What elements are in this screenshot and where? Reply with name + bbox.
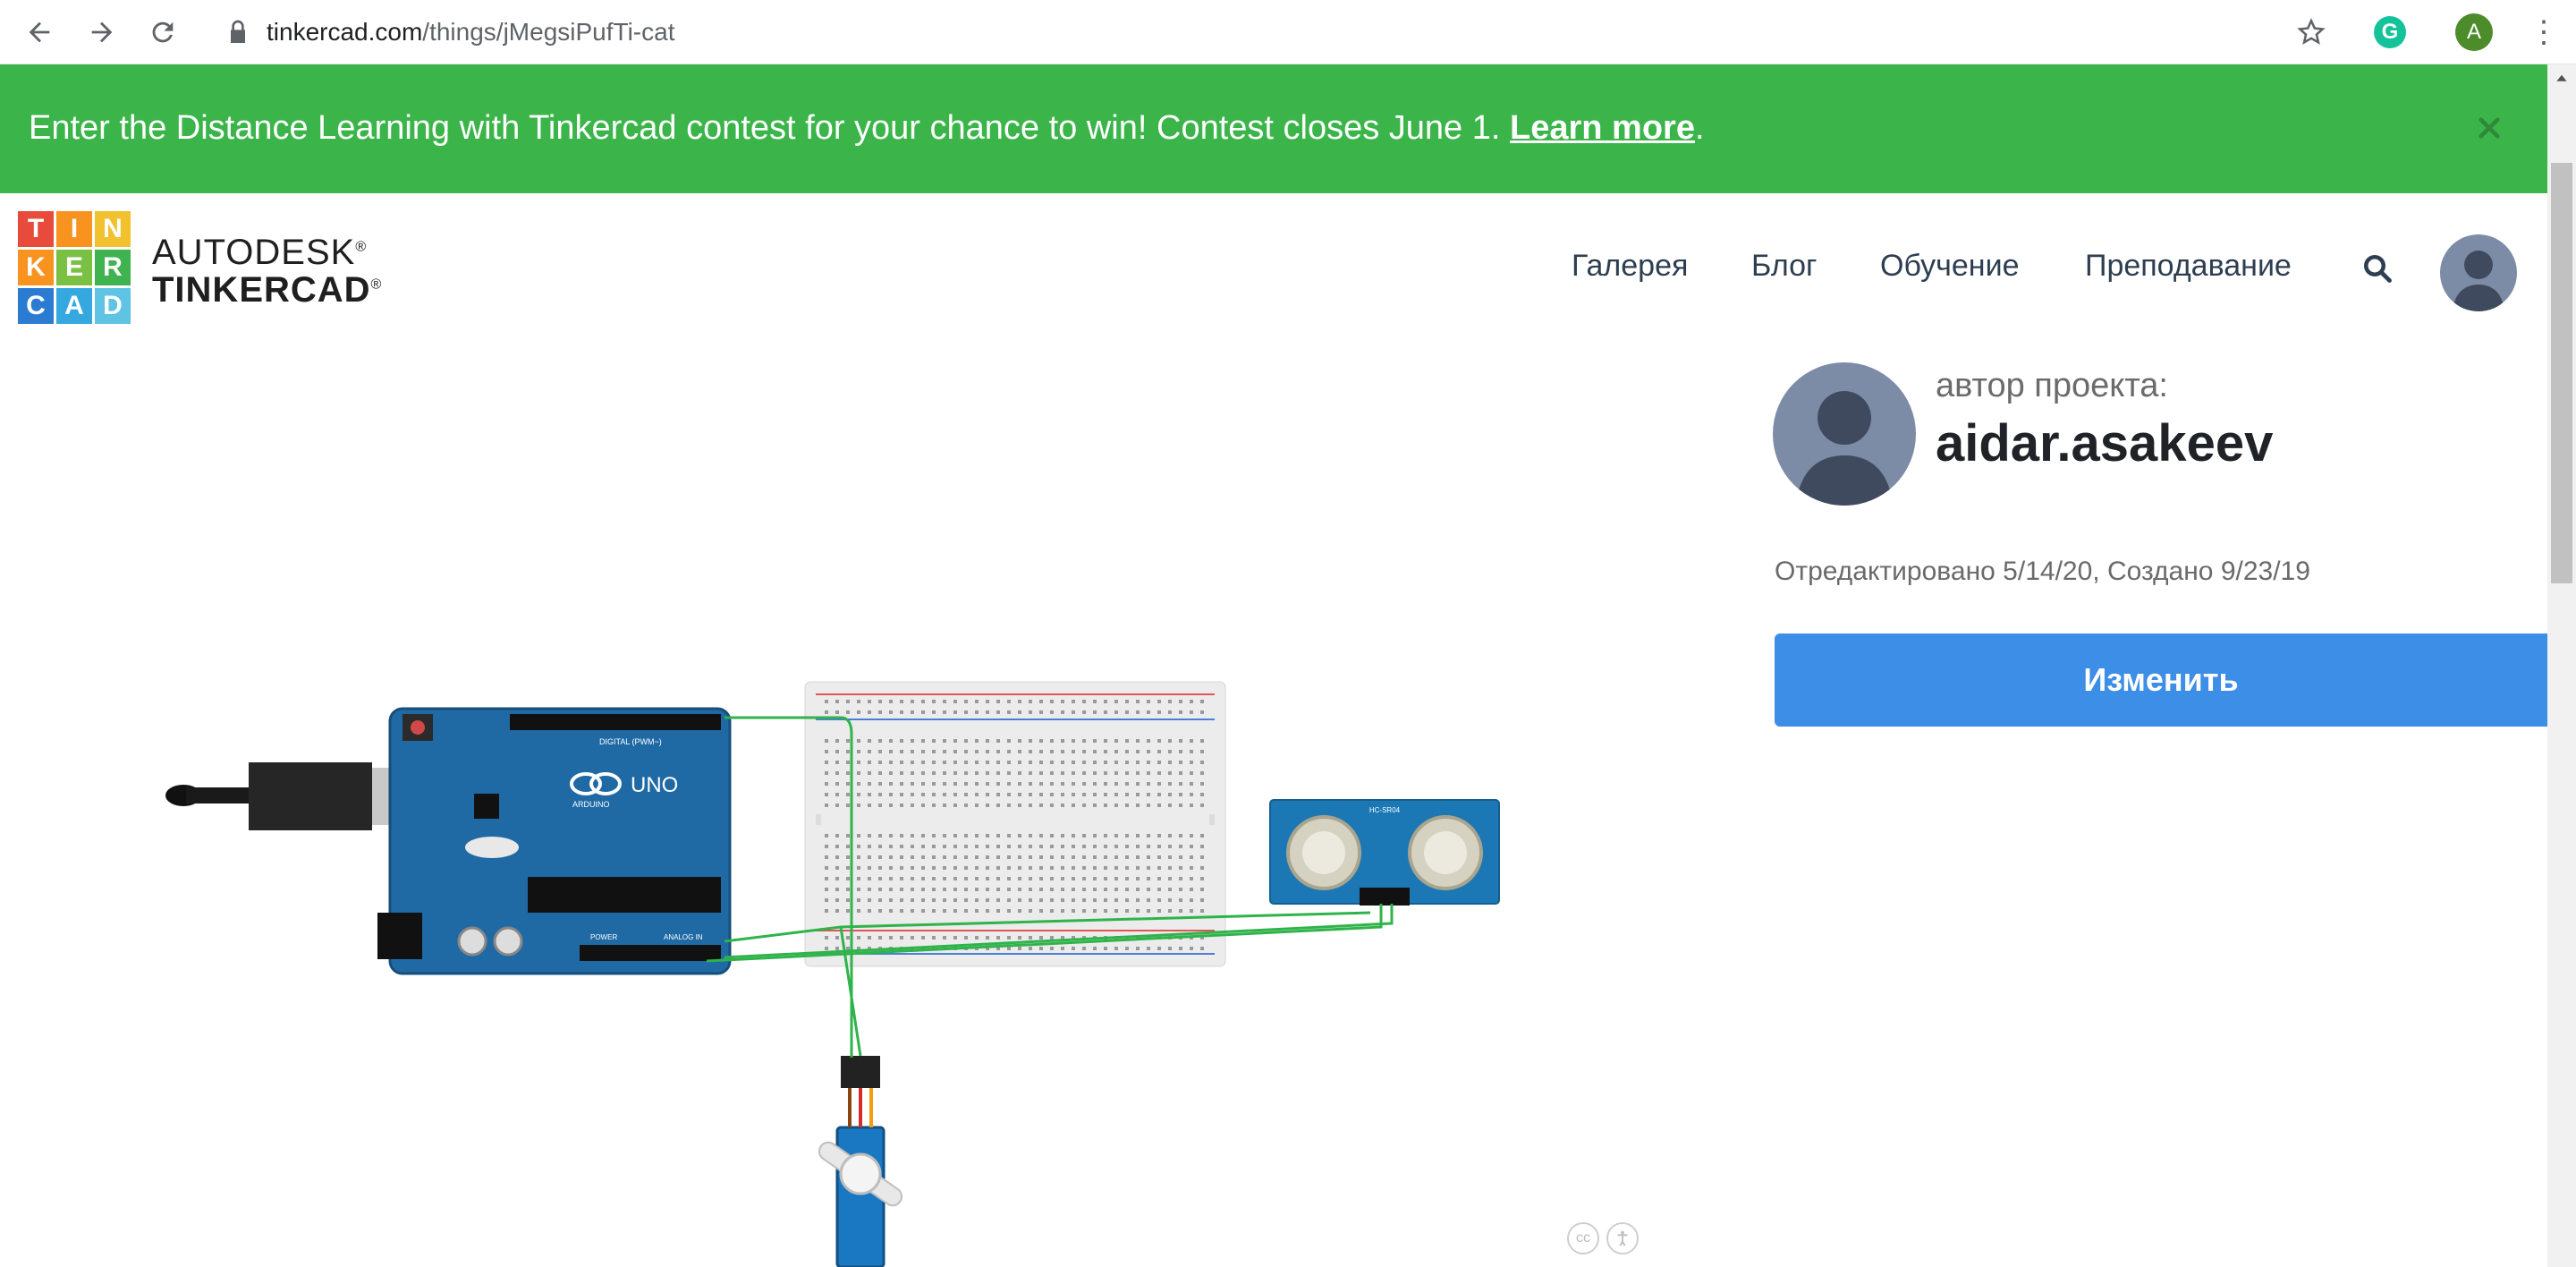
ultrasonic-sensor: HC-SR04 [1269, 799, 1500, 906]
scroll-thumb[interactable] [2551, 163, 2572, 583]
author-name[interactable]: aidar.asakeev [1936, 413, 2273, 473]
person-icon [1773, 362, 1916, 506]
browser-menu-button[interactable]: ⋮ [2522, 11, 2565, 54]
address-bar[interactable]: tinkercad.com/things/jMegsiPufTi-cat [267, 14, 674, 50]
browser-toolbar: tinkercad.com/things/jMegsiPufTi-cat G A… [0, 0, 2576, 64]
logo-letter: D [95, 288, 131, 324]
logo-letter: A [56, 288, 92, 324]
close-icon [2479, 117, 2500, 139]
author-avatar[interactable] [1773, 362, 1916, 506]
servo-motor [818, 1056, 903, 1267]
digital-header-label: DIGITAL (PWM~) [599, 737, 662, 746]
edit-button[interactable]: Изменить [1775, 634, 2547, 727]
logo-letter: N [95, 211, 131, 247]
arrow-right-icon [91, 21, 113, 43]
reload-button[interactable] [141, 11, 184, 54]
brand-line1: AUTODESK [152, 233, 356, 272]
grammarly-icon: G [2374, 16, 2406, 48]
circuit-view[interactable]: UNO ARDUINO DIGITAL (PWM~) POWER ANALOG … [134, 662, 1521, 1267]
profile-avatar: A [2455, 13, 2493, 51]
board-model-label: UNO [631, 773, 678, 797]
contest-banner: Enter the Distance Learning with Tinkerc… [0, 64, 2547, 193]
person-icon [2440, 234, 2517, 311]
registered-mark: ® [370, 276, 383, 293]
logo-letter: K [18, 250, 54, 285]
registered-mark: ® [355, 239, 368, 255]
forward-button[interactable] [80, 11, 123, 54]
tinkercad-logo[interactable]: T I N K E R C A D [18, 211, 131, 324]
nav-teach[interactable]: Преподавание [2085, 249, 2292, 284]
arduino-uno-board: UNO ARDUINO DIGITAL (PWM~) POWER ANALOG … [377, 707, 732, 975]
profile-button[interactable]: A [2453, 11, 2496, 54]
breadboard [804, 681, 1226, 967]
grammarly-extension[interactable]: G [2368, 11, 2411, 54]
sensor-label: HC-SR04 [1369, 806, 1401, 814]
triangle-up-icon [2556, 74, 2567, 81]
accessibility-icon[interactable] [1606, 1222, 1639, 1254]
power-header-label: POWER [590, 933, 617, 941]
reload-icon [152, 21, 174, 43]
url-host: tinkercad.com [267, 18, 423, 46]
brand-line2: TINKERCAD [152, 270, 371, 310]
analog-header-label: ANALOG IN [664, 933, 703, 941]
page-scrollbar[interactable] [2547, 64, 2576, 1267]
bookmark-star-button[interactable] [2290, 11, 2333, 54]
user-avatar[interactable] [2440, 234, 2517, 311]
viewer-controls: cc [1567, 1222, 1639, 1254]
logo-letter: E [56, 250, 92, 285]
board-brand-label: ARDUINO [572, 800, 610, 809]
author-caption: автор проекта: [1936, 367, 2168, 404]
banner-message: Enter the Distance Learning with Tinkerc… [29, 106, 1705, 150]
lock-icon [231, 20, 245, 43]
brand-autodesk: AUTODESK® [152, 233, 367, 273]
star-icon [2297, 18, 2326, 45]
kebab-menu-icon: ⋮ [2529, 15, 2559, 49]
logo-letter: I [56, 211, 92, 247]
person-icon [1617, 1230, 1628, 1246]
scroll-up-button[interactable] [2547, 64, 2576, 93]
banner-suffix: . [1694, 109, 1705, 147]
nav-blog[interactable]: Блог [1751, 249, 1817, 284]
learn-more-link[interactable]: Learn more [1510, 109, 1695, 147]
logo-letter: C [18, 288, 54, 324]
nav-gallery[interactable]: Галерея [1572, 249, 1688, 284]
url-path: /things/jMegsiPufTi-cat [422, 18, 675, 46]
search-icon[interactable] [2361, 252, 2394, 285]
nav-learn[interactable]: Обучение [1880, 249, 2019, 284]
usb-cable [165, 762, 408, 830]
brand-tinkercad: TINKERCAD® [152, 270, 382, 310]
logo-letter: T [18, 211, 54, 247]
banner-close-button[interactable] [2467, 106, 2512, 150]
arrow-left-icon [29, 21, 50, 43]
logo-letter: R [95, 250, 131, 285]
banner-text: Enter the Distance Learning with Tinkerc… [29, 109, 1510, 147]
edit-create-dates: Отредактировано 5/14/20, Создано 9/23/19 [1775, 557, 2310, 586]
back-button[interactable] [18, 11, 61, 54]
creative-commons-icon[interactable]: cc [1567, 1222, 1599, 1254]
